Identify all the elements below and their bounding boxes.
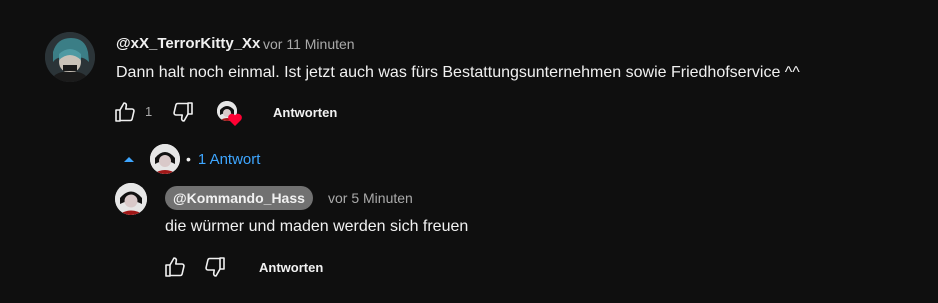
replier-thumbnail-avatar	[150, 144, 180, 174]
dislike-button[interactable]	[170, 99, 196, 125]
reply-author-avatar[interactable]	[115, 183, 147, 215]
heart-icon	[228, 113, 242, 126]
caret-up-icon	[124, 157, 134, 162]
replies-toggle-label[interactable]: 1 Antwort	[198, 151, 261, 168]
reply-author-chip[interactable]: @Kommando_Hass	[165, 186, 313, 210]
thumbs-up-icon	[115, 102, 135, 122]
replies-toggle-button[interactable]: • 1 Antwort	[122, 143, 260, 175]
comment-author-avatar[interactable]	[45, 32, 95, 82]
comment-reply-button[interactable]: Antworten	[273, 105, 337, 120]
reply-text: die würmer und maden werden sich freuen	[165, 218, 469, 235]
reply-dislike-button[interactable]	[202, 254, 228, 280]
reply-reply-button[interactable]: Antworten	[259, 260, 323, 275]
thumbs-down-icon	[205, 257, 225, 277]
comment-timestamp[interactable]: vor 11 Minuten	[263, 36, 355, 52]
comment-text: Dann halt noch einmal. Ist jetzt auch wa…	[116, 64, 800, 81]
replies-toggle-dot: •	[186, 151, 191, 167]
comment-author-name[interactable]: @xX_TerrorKitty_Xx	[116, 35, 260, 52]
thumbs-down-icon	[173, 102, 193, 122]
like-button[interactable]	[112, 99, 138, 125]
thumbs-up-icon	[165, 257, 185, 277]
like-count: 1	[145, 104, 153, 119]
reply-like-button[interactable]	[162, 254, 188, 280]
creator-heart-badge	[217, 101, 245, 129]
reply-timestamp[interactable]: vor 5 Minuten	[328, 190, 413, 206]
